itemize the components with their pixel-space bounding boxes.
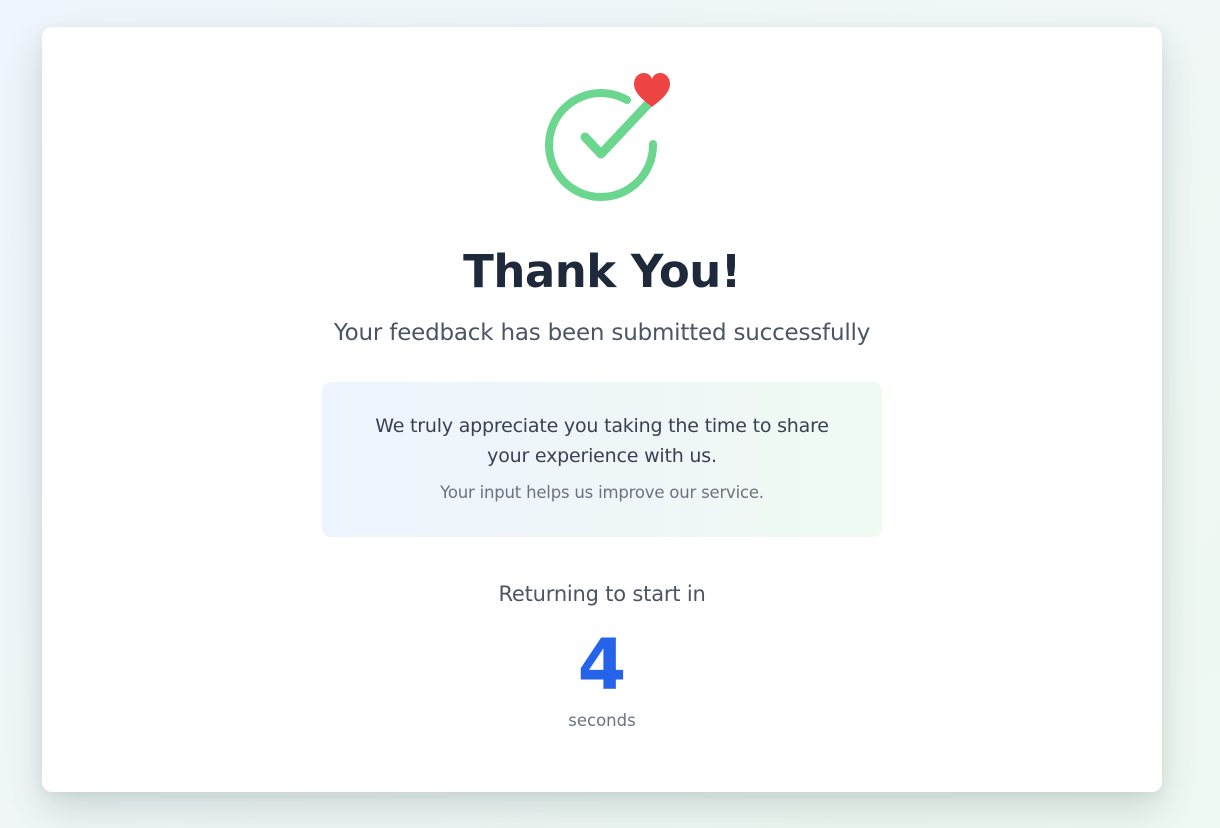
success-icon-group [544, 72, 674, 207]
page-title: Thank You! [463, 245, 741, 298]
countdown-number: 4 [577, 624, 627, 706]
countdown-label: Returning to start in [498, 582, 706, 606]
heart-icon [634, 73, 670, 107]
thank-you-card: Thank You! Your feedback has been submit… [42, 27, 1162, 792]
improvement-note: Your input helps us improve our service. [440, 483, 764, 502]
appreciation-message: We truly appreciate you taking the time … [375, 415, 829, 467]
appreciation-message-box: We truly appreciate you taking the time … [322, 382, 882, 537]
page-subtitle: Your feedback has been submitted success… [333, 320, 871, 346]
countdown-unit: seconds [568, 711, 636, 730]
